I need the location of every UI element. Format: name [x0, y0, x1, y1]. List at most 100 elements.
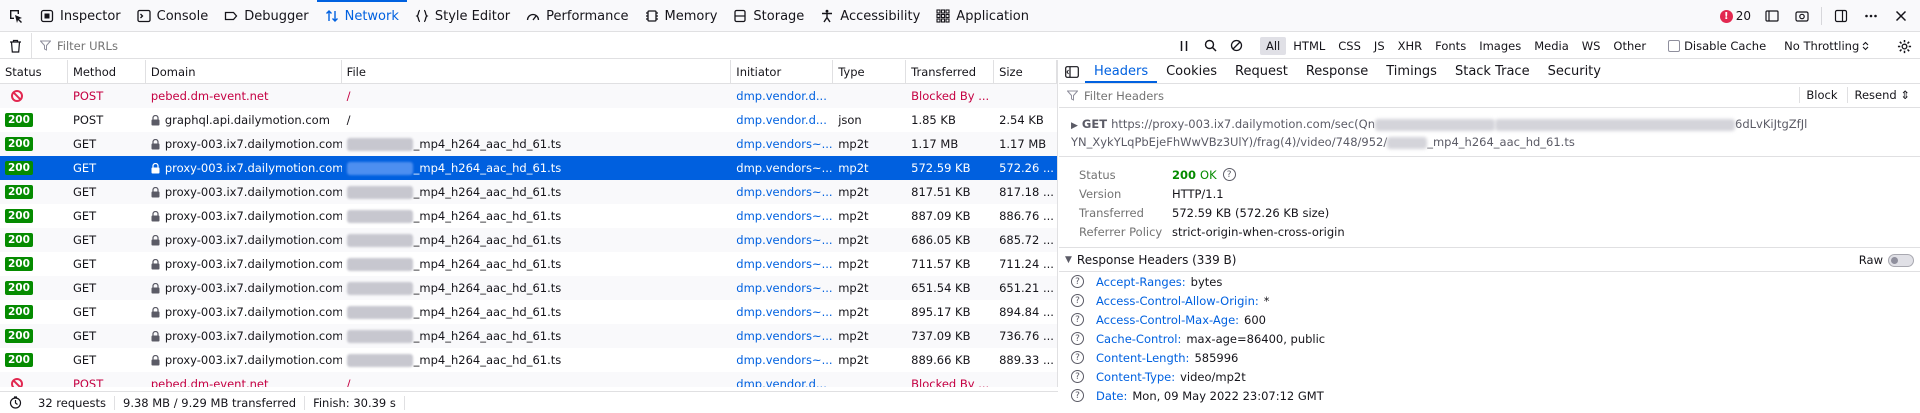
request-row[interactable]: 200 GET proxy-003.ix7.dailymotion.com _mp4_…: [0, 324, 1057, 348]
initiator-link[interactable]: dmp.vendor.d...: [736, 89, 827, 103]
initiator-cell[interactable]: dmp.vendors~...: [731, 204, 833, 228]
search-icon[interactable]: [1198, 35, 1222, 57]
request-row[interactable]: POST pebed.dm-event.net / dmp.vendor.d... Bl…: [0, 84, 1057, 108]
pause-icon[interactable]: [1172, 35, 1196, 57]
tab-application[interactable]: Application: [928, 0, 1037, 32]
request-row[interactable]: 200 GET proxy-003.ix7.dailymotion.com _mp4_…: [0, 276, 1057, 300]
initiator-cell[interactable]: dmp.vendors~...: [731, 276, 833, 300]
disable-cache-checkbox[interactable]: Disable Cache: [1668, 39, 1766, 53]
tab-storage[interactable]: Storage: [725, 0, 812, 32]
request-row[interactable]: 200 GET proxy-003.ix7.dailymotion.com _mp4_…: [0, 252, 1057, 276]
initiator-cell[interactable]: dmp.vendors~...: [731, 228, 833, 252]
initiator-cell[interactable]: dmp.vendors~...: [731, 156, 833, 180]
initiator-link[interactable]: dmp.vendors~...: [736, 281, 832, 295]
response-header-row[interactable]: ? Access-Control-Max-Age: 600: [1059, 310, 1920, 329]
block-requests-icon[interactable]: [1224, 35, 1248, 57]
tab-response[interactable]: Response: [1297, 60, 1377, 83]
initiator-cell[interactable]: dmp.vendors~...: [731, 252, 833, 276]
initiator-link[interactable]: dmp.vendors~...: [736, 233, 832, 247]
response-header-row[interactable]: ? Access-Control-Allow-Origin: *: [1059, 291, 1920, 310]
help-icon[interactable]: ?: [1071, 389, 1084, 402]
filter-ws[interactable]: WS: [1576, 37, 1607, 55]
initiator-cell[interactable]: dmp.vendors~...: [731, 180, 833, 204]
initiator-link[interactable]: dmp.vendors~...: [736, 185, 832, 199]
dock-side-icon[interactable]: [1828, 4, 1854, 28]
filter-js[interactable]: JS: [1368, 37, 1391, 55]
help-icon[interactable]: ?: [1071, 370, 1084, 383]
column-initiator[interactable]: Initiator: [731, 60, 834, 83]
toggle-sidebar-icon[interactable]: [1059, 60, 1085, 83]
request-row[interactable]: 200 GET proxy-003.ix7.dailymotion.com _mp4_…: [0, 156, 1057, 180]
performance-analysis-icon[interactable]: [0, 396, 30, 409]
request-row[interactable]: 200 GET proxy-003.ix7.dailymotion.com _mp4_…: [0, 300, 1057, 324]
tab-network[interactable]: Network: [316, 0, 408, 32]
column-domain[interactable]: Domain: [146, 60, 342, 83]
request-row[interactable]: 200 GET proxy-003.ix7.dailymotion.com _mp4_…: [0, 228, 1057, 252]
error-count-button[interactable]: ! 20: [1716, 9, 1755, 23]
request-url[interactable]: ▶ GET https://proxy-003.ix7.dailymotion.co…: [1059, 108, 1920, 157]
block-button[interactable]: Block: [1799, 87, 1843, 103]
initiator-cell[interactable]: dmp.vendor.d...: [731, 84, 833, 108]
initiator-link[interactable]: dmp.vendor.d...: [736, 113, 827, 127]
tab-console[interactable]: Console: [129, 0, 217, 32]
checkbox-box[interactable]: [1668, 39, 1681, 52]
initiator-link[interactable]: dmp.vendors~...: [736, 305, 832, 319]
raw-switch[interactable]: [1888, 253, 1914, 267]
column-type[interactable]: Type: [833, 60, 907, 83]
initiator-link[interactable]: dmp.vendors~...: [736, 257, 832, 271]
help-icon[interactable]: ?: [1071, 332, 1084, 345]
response-header-row[interactable]: ? Accept-Ranges: bytes: [1059, 272, 1920, 291]
initiator-link[interactable]: dmp.vendors~...: [736, 161, 832, 175]
response-headers-section[interactable]: ▼ Response Headers (339 B) Raw: [1059, 248, 1920, 272]
help-icon[interactable]: ?: [1071, 275, 1084, 288]
help-icon[interactable]: ?: [1071, 313, 1084, 326]
initiator-link[interactable]: dmp.vendors~...: [736, 137, 832, 151]
tab-memory[interactable]: Memory: [637, 0, 726, 32]
initiator-cell[interactable]: dmp.vendors~...: [731, 324, 833, 348]
filter-fonts[interactable]: Fonts: [1429, 37, 1472, 55]
tab-stack-trace[interactable]: Stack Trace: [1446, 60, 1539, 83]
filter-other[interactable]: Other: [1607, 37, 1652, 55]
more-options-icon[interactable]: [1858, 4, 1884, 28]
help-icon[interactable]: ?: [1222, 168, 1236, 181]
tab-security[interactable]: Security: [1539, 60, 1610, 83]
filter-headers-input[interactable]: Filter Headers Block Resend ⇕: [1059, 84, 1920, 108]
responsive-design-icon[interactable]: [1759, 4, 1785, 28]
filter-all[interactable]: All: [1260, 36, 1287, 55]
response-header-row[interactable]: ? Content-Type: video/mp2t: [1059, 367, 1920, 386]
request-row[interactable]: 200 GET proxy-003.ix7.dailymotion.com _mp4_…: [0, 204, 1057, 228]
column-method[interactable]: Method: [68, 60, 146, 83]
column-transferred[interactable]: Transferred: [906, 60, 995, 83]
close-icon[interactable]: [1888, 4, 1914, 28]
initiator-link[interactable]: dmp.vendors~...: [736, 209, 832, 223]
request-row[interactable]: 200 POST graphql.api.dailymotion.com / dmp.v…: [0, 108, 1057, 132]
expand-arrow-icon[interactable]: ▶: [1071, 121, 1078, 131]
tab-request[interactable]: Request: [1226, 60, 1297, 83]
initiator-link[interactable]: dmp.vendors~...: [736, 353, 832, 367]
filter-html[interactable]: HTML: [1287, 37, 1331, 55]
help-icon[interactable]: ?: [1071, 351, 1084, 364]
gear-icon[interactable]: [1894, 36, 1914, 56]
response-header-row[interactable]: ? Content-Length: 585996: [1059, 348, 1920, 367]
resend-button[interactable]: Resend ⇕: [1847, 87, 1916, 103]
tab-cookies[interactable]: Cookies: [1157, 60, 1226, 83]
column-file[interactable]: File: [342, 60, 732, 83]
filter-images[interactable]: Images: [1473, 37, 1527, 55]
screenshot-icon[interactable]: [1789, 4, 1815, 28]
request-row[interactable]: POST pebed.dm-event.net / dmp.vendor.d... Bl…: [0, 372, 1057, 387]
initiator-link[interactable]: dmp.vendors~...: [736, 329, 832, 343]
request-row[interactable]: 200 GET proxy-003.ix7.dailymotion.com _mp4_…: [0, 348, 1057, 372]
tab-timings[interactable]: Timings: [1377, 60, 1446, 83]
tab-style-editor[interactable]: Style Editor: [407, 0, 518, 32]
tab-debugger[interactable]: Debugger: [216, 0, 316, 32]
column-size[interactable]: Size: [994, 60, 1057, 83]
tab-inspector[interactable]: Inspector: [32, 0, 129, 32]
clear-requests-icon[interactable]: [0, 32, 32, 59]
response-header-row[interactable]: ? Cache-Control: max-age=86400, public: [1059, 329, 1920, 348]
tab-accessibility[interactable]: Accessibility: [812, 0, 928, 32]
collapse-arrow-icon[interactable]: ▼: [1065, 255, 1072, 265]
request-row[interactable]: 200 GET proxy-003.ix7.dailymotion.com _mp4_…: [0, 180, 1057, 204]
filter-urls-input[interactable]: Filter URLs: [32, 39, 1172, 53]
raw-toggle[interactable]: Raw: [1859, 253, 1914, 267]
initiator-cell[interactable]: dmp.vendor.d...: [731, 108, 833, 132]
